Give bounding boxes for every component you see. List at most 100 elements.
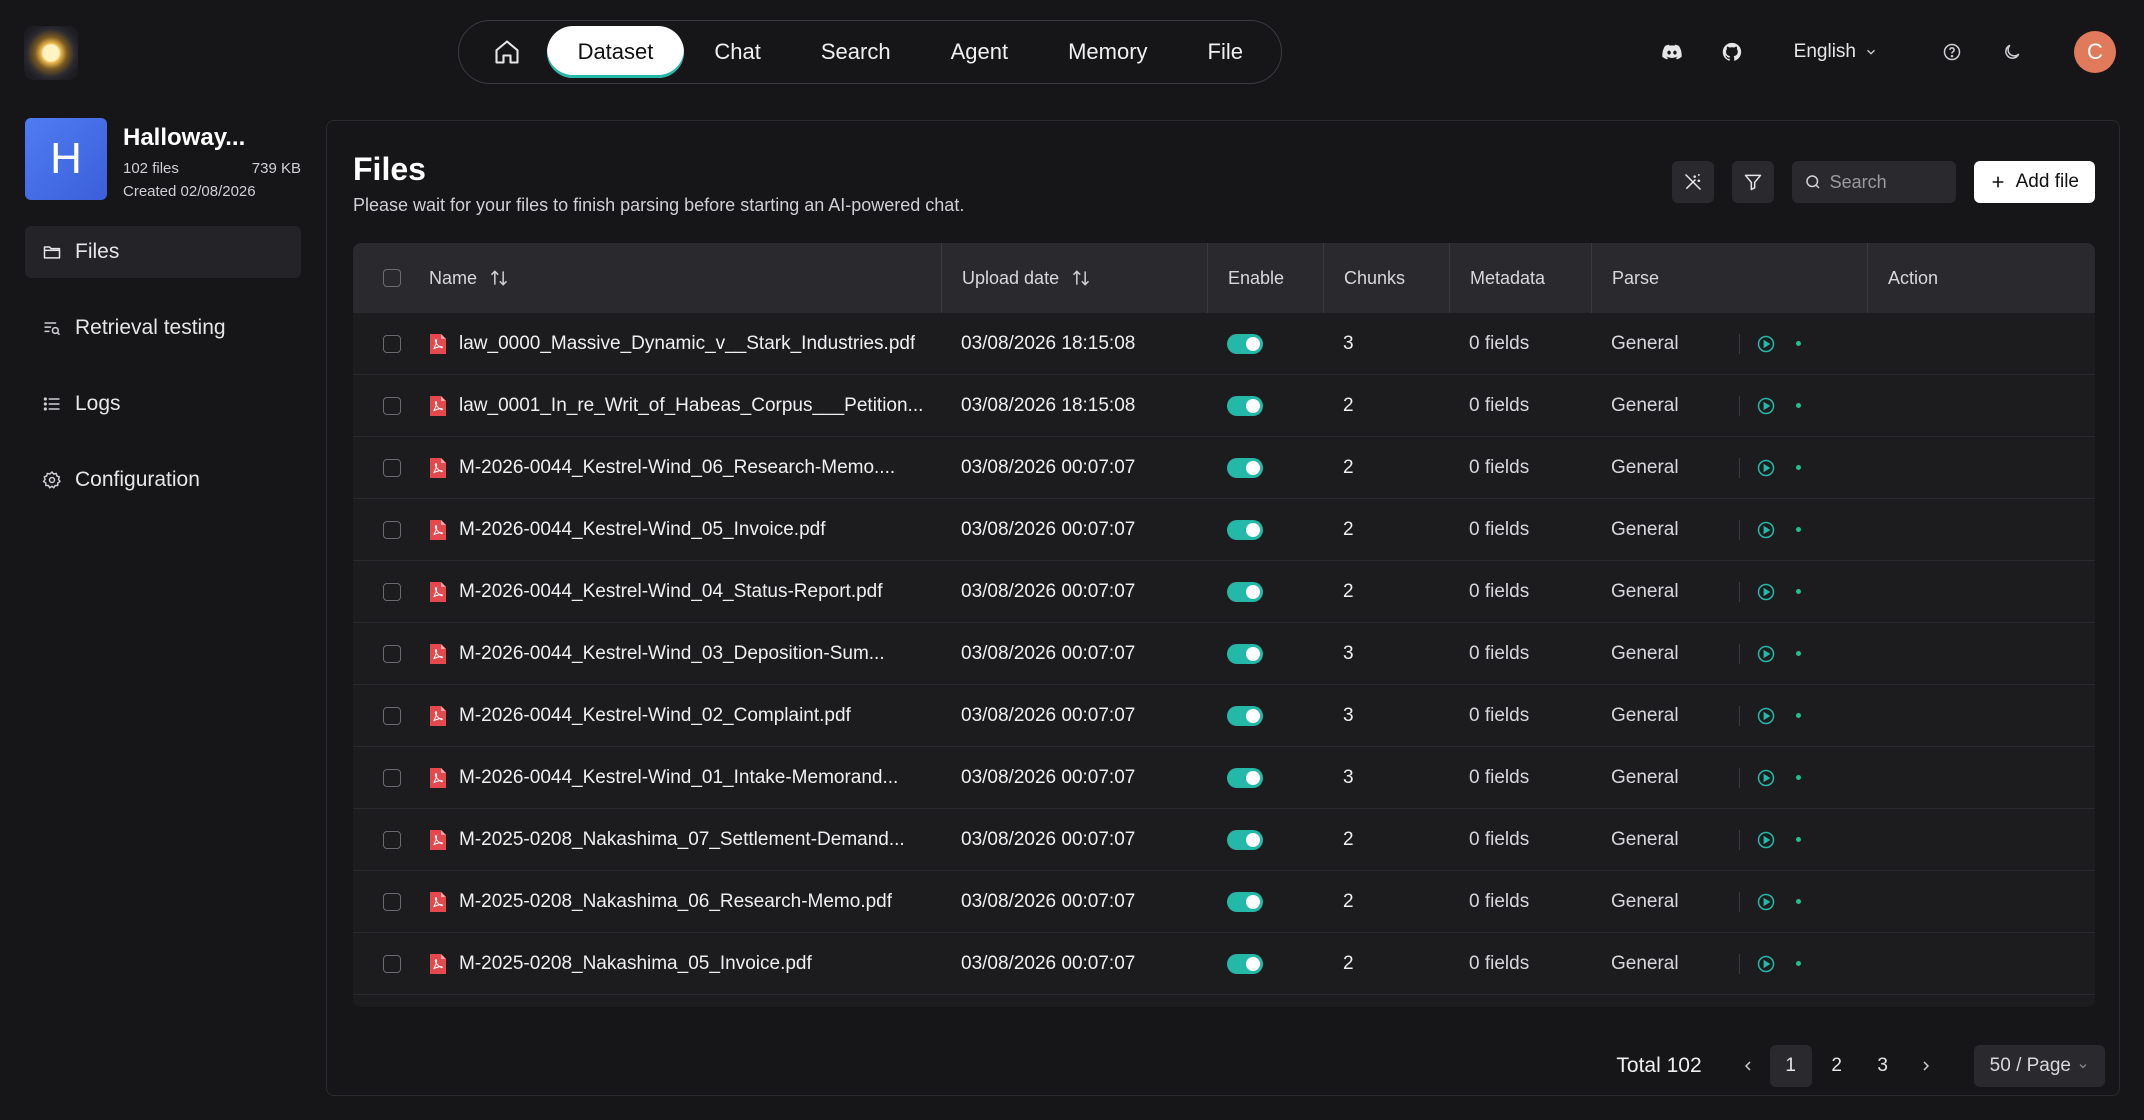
parse-method[interactable]: General bbox=[1611, 333, 1739, 355]
filter-button[interactable] bbox=[1731, 161, 1774, 203]
column-name[interactable]: Name bbox=[429, 268, 941, 289]
enable-toggle[interactable] bbox=[1227, 767, 1263, 788]
file-name-link[interactable]: M-2026-0044_Kestrel-Wind_03_Deposition-S… bbox=[459, 643, 885, 665]
nav-memory[interactable]: Memory bbox=[1038, 26, 1177, 78]
parse-method[interactable]: General bbox=[1611, 395, 1739, 417]
parse-method[interactable]: General bbox=[1611, 581, 1739, 603]
sidebar-item-configuration[interactable]: Configuration bbox=[25, 454, 301, 506]
metadata-fields[interactable]: 0 fields bbox=[1449, 829, 1591, 851]
parse-method[interactable]: General bbox=[1611, 705, 1739, 727]
file-name-link[interactable]: M-2025-0208_Nakashima_06_Research-Memo.p… bbox=[459, 891, 892, 913]
metadata-fields[interactable]: 0 fields bbox=[1449, 643, 1591, 665]
row-checkbox[interactable] bbox=[383, 644, 401, 663]
select-all-checkbox[interactable] bbox=[383, 269, 401, 287]
run-parse-button[interactable] bbox=[1756, 830, 1776, 850]
file-name-link[interactable]: M-2026-0044_Kestrel-Wind_01_Intake-Memor… bbox=[459, 767, 898, 789]
metadata-fields[interactable]: 0 fields bbox=[1449, 705, 1591, 727]
nav-search[interactable]: Search bbox=[791, 26, 921, 78]
nav-chat[interactable]: Chat bbox=[684, 26, 790, 78]
sidebar-item-logs[interactable]: Logs bbox=[25, 378, 301, 430]
run-parse-button[interactable] bbox=[1756, 458, 1776, 478]
run-parse-button[interactable] bbox=[1756, 520, 1776, 540]
enable-toggle[interactable] bbox=[1227, 643, 1263, 664]
file-name-link[interactable]: M-2026-0044_Kestrel-Wind_04_Status-Repor… bbox=[459, 581, 883, 603]
sidebar-item-files[interactable]: Files bbox=[25, 226, 301, 278]
parse-method[interactable]: General bbox=[1611, 891, 1739, 913]
prev-page-button[interactable] bbox=[1728, 1046, 1768, 1086]
enable-toggle[interactable] bbox=[1227, 519, 1263, 540]
run-parse-button[interactable] bbox=[1756, 582, 1776, 602]
file-name-link[interactable]: law_0000_Massive_Dynamic_v__Stark_Indust… bbox=[459, 333, 915, 355]
enable-toggle[interactable] bbox=[1227, 829, 1263, 850]
row-checkbox[interactable] bbox=[383, 892, 401, 911]
run-parse-button[interactable] bbox=[1756, 644, 1776, 664]
help-button[interactable] bbox=[1930, 30, 1974, 74]
column-upload-date[interactable]: Upload date bbox=[941, 243, 1207, 313]
file-name-link[interactable]: M-2025-0208_Nakashima_07_Settlement-Dema… bbox=[459, 829, 905, 851]
enable-toggle[interactable] bbox=[1227, 395, 1263, 416]
sort-icon[interactable] bbox=[489, 268, 509, 288]
metadata-fields[interactable]: 0 fields bbox=[1449, 457, 1591, 479]
run-parse-button[interactable] bbox=[1756, 954, 1776, 974]
parse-method[interactable]: General bbox=[1611, 457, 1739, 479]
add-file-button[interactable]: Add file bbox=[1973, 161, 2095, 203]
auto-parse-button[interactable] bbox=[1671, 161, 1714, 203]
nav-agent[interactable]: Agent bbox=[921, 26, 1039, 78]
run-parse-button[interactable] bbox=[1756, 892, 1776, 912]
github-button[interactable] bbox=[1710, 30, 1754, 74]
row-checkbox[interactable] bbox=[383, 706, 401, 725]
metadata-fields[interactable]: 0 fields bbox=[1449, 395, 1591, 417]
metadata-fields[interactable]: 0 fields bbox=[1449, 767, 1591, 789]
search-input[interactable] bbox=[1829, 171, 1940, 193]
parse-method[interactable]: General bbox=[1611, 767, 1739, 789]
parse-method[interactable]: General bbox=[1611, 829, 1739, 851]
row-checkbox[interactable] bbox=[383, 458, 401, 477]
page-2-button[interactable]: 2 bbox=[1816, 1045, 1858, 1087]
file-name-link[interactable]: M-2026-0044_Kestrel-Wind_06_Research-Mem… bbox=[459, 457, 895, 479]
metadata-fields[interactable]: 0 fields bbox=[1449, 519, 1591, 541]
metadata-fields[interactable]: 0 fields bbox=[1449, 333, 1591, 355]
discord-button[interactable] bbox=[1650, 30, 1694, 74]
user-avatar[interactable]: C bbox=[2074, 31, 2116, 73]
file-name-link[interactable]: M-2026-0044_Kestrel-Wind_02_Complaint.pd… bbox=[459, 705, 851, 727]
run-parse-button[interactable] bbox=[1756, 768, 1776, 788]
page-1-button[interactable]: 1 bbox=[1769, 1045, 1812, 1087]
row-checkbox[interactable] bbox=[383, 830, 401, 849]
sidebar-item-retrieval-testing[interactable]: Retrieval testing bbox=[25, 302, 301, 354]
search-field[interactable] bbox=[1791, 161, 1956, 203]
file-name-link[interactable]: M-2026-0044_Kestrel-Wind_05_Invoice.pdf bbox=[459, 519, 826, 541]
enable-toggle[interactable] bbox=[1227, 953, 1263, 974]
page-3-button[interactable]: 3 bbox=[1862, 1045, 1904, 1087]
row-checkbox[interactable] bbox=[383, 768, 401, 787]
run-parse-button[interactable] bbox=[1756, 706, 1776, 726]
row-checkbox[interactable] bbox=[383, 954, 401, 973]
nav-file[interactable]: File bbox=[1178, 26, 1273, 78]
metadata-fields[interactable]: 0 fields bbox=[1449, 581, 1591, 603]
nav-dataset[interactable]: Dataset bbox=[546, 26, 685, 78]
enable-toggle[interactable] bbox=[1227, 891, 1263, 912]
metadata-fields[interactable]: 0 fields bbox=[1449, 953, 1591, 975]
sort-icon[interactable] bbox=[1071, 268, 1091, 288]
row-checkbox[interactable] bbox=[383, 396, 401, 415]
row-checkbox[interactable] bbox=[383, 334, 401, 353]
run-parse-button[interactable] bbox=[1756, 334, 1776, 354]
enable-toggle[interactable] bbox=[1227, 581, 1263, 602]
row-checkbox[interactable] bbox=[383, 582, 401, 601]
theme-toggle-button[interactable] bbox=[1990, 30, 2034, 74]
metadata-fields[interactable]: 0 fields bbox=[1449, 891, 1591, 913]
enable-toggle[interactable] bbox=[1227, 333, 1263, 354]
next-page-button[interactable] bbox=[1906, 1046, 1946, 1086]
page-size-select[interactable]: 50 / Page bbox=[1973, 1045, 2105, 1087]
home-button[interactable] bbox=[467, 26, 547, 78]
parse-method[interactable]: General bbox=[1611, 643, 1739, 665]
row-checkbox[interactable] bbox=[383, 520, 401, 539]
enable-toggle[interactable] bbox=[1227, 705, 1263, 726]
run-parse-button[interactable] bbox=[1756, 396, 1776, 416]
file-name-link[interactable]: law_0001_In_re_Writ_of_Habeas_Corpus___P… bbox=[459, 395, 923, 417]
parse-method[interactable]: General bbox=[1611, 519, 1739, 541]
app-logo[interactable] bbox=[24, 26, 78, 80]
file-name-link[interactable]: M-2025-0208_Nakashima_05_Invoice.pdf bbox=[459, 953, 812, 975]
parse-method[interactable]: General bbox=[1611, 953, 1739, 975]
language-select[interactable]: English bbox=[1794, 41, 1878, 63]
enable-toggle[interactable] bbox=[1227, 457, 1263, 478]
